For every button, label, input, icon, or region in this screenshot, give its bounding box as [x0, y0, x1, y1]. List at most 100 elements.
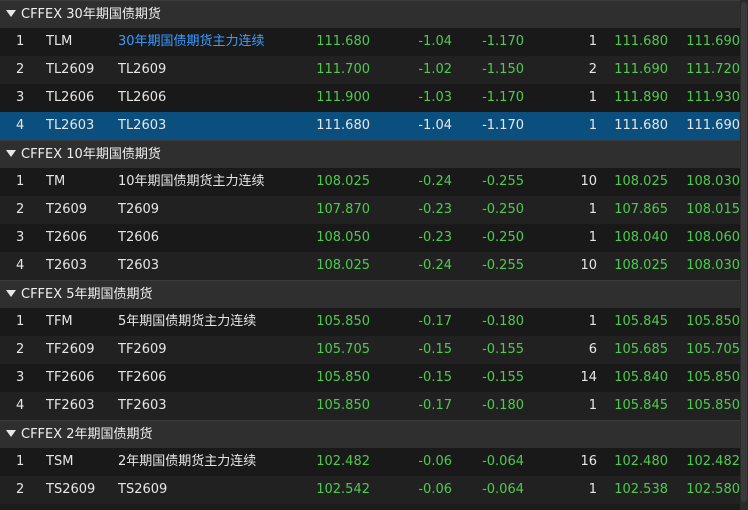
- row-index: 1: [16, 34, 25, 49]
- volume: 1: [588, 482, 597, 497]
- ask-price: 108.015: [686, 202, 740, 217]
- last-price: 108.025: [316, 258, 370, 273]
- row-index: 2: [16, 202, 25, 217]
- change: -0.24: [418, 258, 452, 273]
- change-percent: -1.170: [482, 90, 524, 105]
- change-percent: -0.180: [482, 314, 524, 329]
- ask-price: 105.705: [686, 342, 740, 357]
- row-index: 3: [16, 230, 25, 245]
- table-row[interactable]: 2 TS2609 TS2609 102.542 -0.06 -0.064 1 1…: [0, 476, 740, 504]
- bid-price: 105.685: [614, 342, 668, 357]
- bid-price: 111.690: [614, 62, 668, 77]
- volume: 1: [588, 34, 597, 49]
- ask-price: 108.060: [686, 230, 740, 245]
- volume: 10: [580, 174, 597, 189]
- ask-price: 102.580: [686, 482, 740, 497]
- table-row[interactable]: 1 TFM 5年期国债期货主力连续 105.850 -0.17 -0.180 1…: [0, 308, 740, 336]
- group-header-5y[interactable]: CFFEX 5年期国债期货: [0, 280, 740, 308]
- row-index: 4: [16, 118, 25, 133]
- table-row[interactable]: 3 TL2606 TL2606 111.900 -1.03 -1.170 1 1…: [0, 84, 740, 112]
- change: -0.17: [418, 314, 452, 329]
- change-percent: -0.255: [482, 174, 524, 189]
- group-header-10y[interactable]: CFFEX 10年期国债期货: [0, 140, 740, 168]
- group-title: CFFEX 5年期国债期货: [21, 287, 153, 302]
- change-percent: -0.180: [482, 398, 524, 413]
- last-price: 111.700: [316, 62, 370, 77]
- ask-price: 108.030: [686, 174, 740, 189]
- volume: 1: [588, 118, 597, 133]
- last-price: 111.680: [316, 118, 370, 133]
- bid-price: 105.840: [614, 370, 668, 385]
- scrollbar-thumb[interactable]: [741, 2, 747, 502]
- collapse-triangle-icon[interactable]: [6, 290, 16, 297]
- ask-price: 111.930: [686, 90, 740, 105]
- collapse-triangle-icon[interactable]: [6, 430, 16, 437]
- contract-name: T2606: [118, 230, 160, 245]
- contract-name: TL2606: [118, 90, 167, 105]
- contract-name: 5年期国债期货主力连续: [118, 314, 257, 329]
- last-price: 105.705: [316, 342, 370, 357]
- last-price: 105.850: [316, 370, 370, 385]
- change-percent: -0.064: [482, 482, 524, 497]
- contract-code: TF2606: [46, 370, 95, 385]
- table-row[interactable]: 1 TLM 30年期国债期货主力连续 111.680 -1.04 -1.170 …: [0, 28, 740, 56]
- ask-price: 105.850: [686, 314, 740, 329]
- bid-price: 102.480: [614, 454, 668, 469]
- contract-code: TF2609: [46, 342, 95, 357]
- change: -0.23: [418, 202, 452, 217]
- row-index: 4: [16, 398, 25, 413]
- bid-price: 111.680: [614, 34, 668, 49]
- table-row[interactable]: 1 TM 10年期国债期货主力连续 108.025 -0.24 -0.255 1…: [0, 168, 740, 196]
- vertical-scrollbar[interactable]: [740, 0, 748, 510]
- row-index: 1: [16, 174, 25, 189]
- bid-price: 107.865: [614, 202, 668, 217]
- bid-price: 108.025: [614, 258, 668, 273]
- group-title: CFFEX 2年期国债期货: [21, 427, 153, 442]
- row-index: 3: [16, 370, 25, 385]
- volume: 6: [588, 342, 597, 357]
- change-percent: -0.250: [482, 230, 524, 245]
- change: -1.02: [418, 62, 452, 77]
- group-header-2y[interactable]: CFFEX 2年期国债期货: [0, 420, 740, 448]
- last-price: 105.850: [316, 398, 370, 413]
- row-index: 1: [16, 454, 25, 469]
- ask-price: 111.720: [686, 62, 740, 77]
- table-row-selected[interactable]: 4 TL2603 TL2603 111.680 -1.04 -1.170 1 1…: [0, 112, 740, 140]
- change: -0.15: [418, 342, 452, 357]
- table-row[interactable]: 2 T2609 T2609 107.870 -0.23 -0.250 1 107…: [0, 196, 740, 224]
- table-row[interactable]: 4 T2603 T2603 108.025 -0.24 -0.255 10 10…: [0, 252, 740, 280]
- group-title: CFFEX 30年期国债期货: [21, 7, 161, 22]
- bid-price: 111.680: [614, 118, 668, 133]
- ask-price: 108.030: [686, 258, 740, 273]
- last-price: 111.680: [316, 34, 370, 49]
- change: -0.23: [418, 230, 452, 245]
- contract-code: T2606: [46, 230, 88, 245]
- change: -0.24: [418, 174, 452, 189]
- volume: 1: [588, 230, 597, 245]
- collapse-triangle-icon[interactable]: [6, 10, 16, 17]
- change-percent: -1.170: [482, 34, 524, 49]
- table-row[interactable]: 2 TF2609 TF2609 105.705 -0.15 -0.155 6 1…: [0, 336, 740, 364]
- contract-code: TF2603: [46, 398, 95, 413]
- group-header-30y[interactable]: CFFEX 30年期国债期货: [0, 0, 740, 28]
- bid-price: 111.890: [614, 90, 668, 105]
- ask-price: 111.690: [686, 34, 740, 49]
- ask-price: 105.850: [686, 398, 740, 413]
- table-row[interactable]: 1 TSM 2年期国债期货主力连续 102.482 -0.06 -0.064 1…: [0, 448, 740, 476]
- contract-name-link[interactable]: 30年期国债期货主力连续: [118, 28, 308, 56]
- last-price: 102.542: [316, 482, 370, 497]
- change-percent: -0.250: [482, 202, 524, 217]
- contract-code: TSM: [46, 454, 74, 469]
- group-title: CFFEX 10年期国债期货: [21, 147, 161, 162]
- row-index: 3: [16, 90, 25, 105]
- volume: 2: [588, 62, 597, 77]
- contract-code: TL2603: [46, 118, 95, 133]
- contract-code: TL2606: [46, 90, 95, 105]
- volume: 1: [588, 202, 597, 217]
- table-row[interactable]: 2 TL2609 TL2609 111.700 -1.02 -1.150 2 1…: [0, 56, 740, 84]
- table-row[interactable]: 3 TF2606 TF2606 105.850 -0.15 -0.155 14 …: [0, 364, 740, 392]
- change-percent: -0.155: [482, 342, 524, 357]
- collapse-triangle-icon[interactable]: [6, 150, 16, 157]
- table-row[interactable]: 3 T2606 T2606 108.050 -0.23 -0.250 1 108…: [0, 224, 740, 252]
- table-row[interactable]: 4 TF2603 TF2603 105.850 -0.17 -0.180 1 1…: [0, 392, 740, 420]
